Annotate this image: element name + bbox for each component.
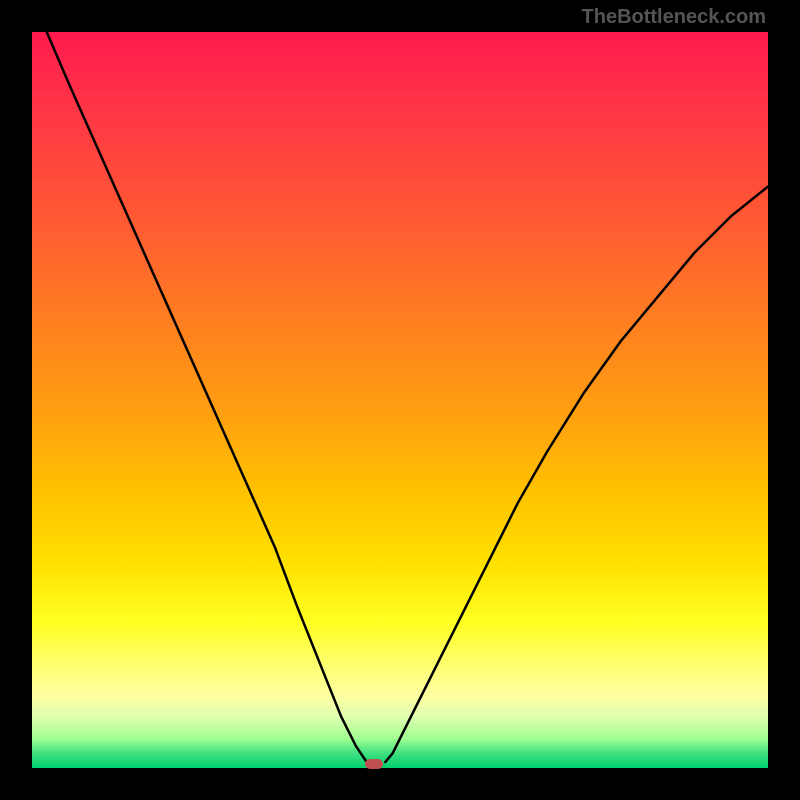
curve-left-branch	[47, 32, 367, 762]
optimum-marker	[365, 759, 383, 769]
chart-container: TheBottleneck.com	[0, 0, 800, 800]
curve-right-branch	[385, 187, 768, 763]
attribution-text: TheBottleneck.com	[582, 6, 766, 29]
curve-layer	[32, 32, 768, 768]
plot-area	[32, 32, 768, 768]
